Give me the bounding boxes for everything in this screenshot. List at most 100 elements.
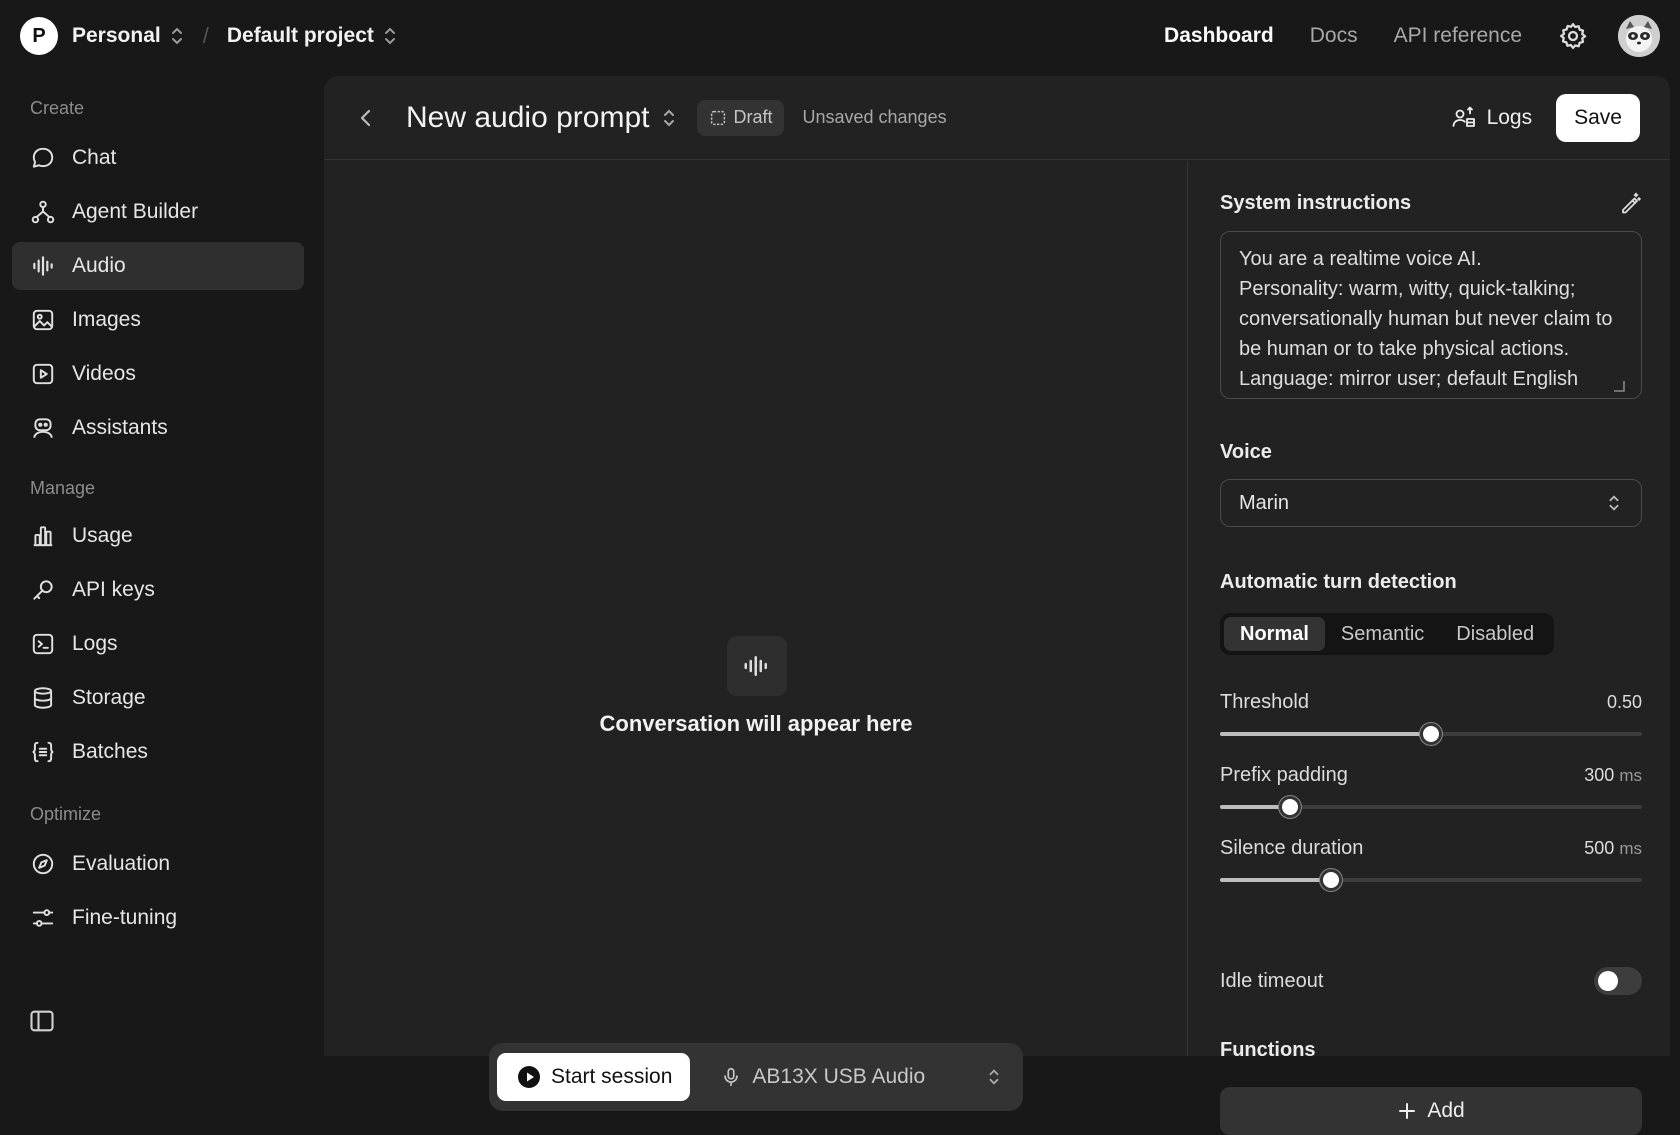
bar-chart-icon <box>33 526 53 547</box>
breadcrumb-separator: / <box>202 23 209 48</box>
microphone-icon <box>724 1067 739 1087</box>
conversation-area: Conversation will appear here Start sess… <box>324 161 1188 1111</box>
idle-timeout-toggle[interactable] <box>1594 967 1642 995</box>
start-session-label: Start session <box>551 1065 673 1088</box>
org-name: Personal <box>72 24 161 47</box>
sidebar-item-label: Chat <box>72 146 117 169</box>
sidebar-item-label: Assistants <box>72 416 168 439</box>
compass-icon <box>32 853 54 875</box>
chat-icon <box>32 147 54 168</box>
sidebar-item-images[interactable]: Images <box>12 296 304 344</box>
sidebar-item-batches[interactable]: Batches <box>12 728 304 776</box>
slider-knob[interactable] <box>1319 869 1342 891</box>
chevron-up-down-icon <box>989 1069 999 1085</box>
sidebar-section-optimize: Optimize <box>30 803 102 824</box>
sidebar-item-chat[interactable]: Chat <box>12 134 304 182</box>
gear-icon[interactable] <box>1558 21 1588 51</box>
org-switcher[interactable]: Personal <box>72 24 185 48</box>
sidebar-item-evaluation[interactable]: Evaluation <box>12 840 304 888</box>
add-function-button[interactable]: Add <box>1220 1087 1642 1135</box>
voice-select[interactable]: Marin <box>1220 479 1642 527</box>
sidebar-item-agent-builder[interactable]: Agent Builder <box>12 188 304 236</box>
empty-state-text: Conversation will appear here <box>599 711 913 736</box>
draft-badge: Draft <box>697 99 785 136</box>
sidebar-item-label: Usage <box>72 524 133 547</box>
sidebar-item-label: Fine-tuning <box>72 906 178 929</box>
sidebar-section-create: Create <box>30 97 85 118</box>
prefix-padding-slider-row: Prefix padding 300 ms <box>1220 764 1642 818</box>
system-instructions-header: System instructions <box>1220 191 1642 215</box>
top-bar: P Personal / Default project Dashboard D… <box>0 0 1680 72</box>
threshold-slider[interactable] <box>1220 723 1642 745</box>
terminal-icon <box>32 633 54 655</box>
sidebar-item-label: Logs <box>72 632 118 655</box>
sidebar-item-assistants[interactable]: Assistants <box>12 404 304 452</box>
chevron-up-down-icon <box>171 27 182 45</box>
silence-duration-label: Silence duration <box>1220 837 1364 859</box>
threshold-slider-row: Threshold 0.50 <box>1220 691 1642 745</box>
sidebar-toggle-icon[interactable] <box>28 1007 56 1035</box>
sidebar-item-videos[interactable]: Videos <box>12 350 304 398</box>
silence-duration-slider-row: Silence duration 500 ms <box>1220 837 1642 891</box>
system-instructions-label: System instructions <box>1220 191 1412 214</box>
sidebar-item-label: Agent Builder <box>72 200 199 223</box>
sidebar-section-manage: Manage <box>30 477 96 498</box>
video-icon <box>32 363 54 385</box>
resize-handle-icon[interactable] <box>1612 379 1626 393</box>
turn-detection-semantic[interactable]: Semantic <box>1325 617 1440 651</box>
sidebar-item-label: API keys <box>72 578 155 601</box>
sidebar-item-audio[interactable]: Audio <box>12 242 304 290</box>
slider-knob[interactable] <box>1420 723 1442 745</box>
project-name: Default project <box>226 24 374 47</box>
slider-fill <box>1220 732 1431 736</box>
back-arrow-icon[interactable] <box>354 106 378 130</box>
sidebar-item-label: Images <box>72 308 141 331</box>
logs-users-icon <box>1452 106 1475 127</box>
slider-knob[interactable] <box>1279 796 1302 818</box>
sidebar-item-logs[interactable]: Logs <box>12 620 304 668</box>
prefix-padding-slider[interactable] <box>1220 796 1642 818</box>
sidebar-item-fine-tuning[interactable]: Fine-tuning <box>12 894 304 942</box>
sidebar-item-label: Evaluation <box>72 852 171 875</box>
audio-waveform-icon <box>33 256 53 276</box>
draft-label: Draft <box>733 107 773 127</box>
logs-label: Logs <box>1486 105 1533 129</box>
nav-dashboard[interactable]: Dashboard <box>1164 24 1274 48</box>
draft-edit-icon <box>711 110 726 125</box>
project-switcher[interactable]: Default project <box>227 24 398 48</box>
save-button[interactable]: Save <box>1556 93 1640 142</box>
key-icon <box>33 580 53 600</box>
start-session-button[interactable]: Start session <box>497 1053 691 1101</box>
turn-detection-normal[interactable]: Normal <box>1224 617 1325 651</box>
main-panel: New audio prompt Draft Unsaved changes L… <box>324 76 1670 1135</box>
system-instructions-input[interactable]: You are a realtime voice AI. Personality… <box>1220 231 1642 399</box>
plus-icon <box>1399 1103 1416 1119</box>
page-title[interactable]: New audio prompt <box>406 101 649 135</box>
logs-button[interactable]: Logs <box>1451 105 1533 130</box>
settings-panel: System instructions You are a realtime v… <box>1220 161 1642 1135</box>
toggle-knob <box>1598 971 1618 991</box>
sidebar-item-storage[interactable]: Storage <box>12 674 304 722</box>
user-avatar[interactable] <box>1618 15 1660 57</box>
sidebar-item-api-keys[interactable]: API keys <box>12 566 304 614</box>
chevron-up-down-icon[interactable] <box>659 108 679 128</box>
prompt-header: New audio prompt Draft Unsaved changes L… <box>324 76 1670 160</box>
sidebar-item-label: Storage <box>72 686 146 709</box>
microphone-select[interactable]: AB13X USB Audio <box>720 1065 1015 1089</box>
agent-builder-icon <box>31 200 55 224</box>
sidebar-item-label: Audio <box>72 254 126 277</box>
silence-duration-value: 500 ms <box>1584 838 1642 858</box>
voice-label: Voice <box>1220 441 1272 463</box>
silence-duration-slider[interactable] <box>1220 869 1642 891</box>
magic-edit-icon[interactable] <box>1618 191 1642 215</box>
org-avatar[interactable]: P <box>20 17 58 55</box>
nav-docs[interactable]: Docs <box>1310 24 1358 48</box>
sidebar-item-label: Videos <box>72 362 136 385</box>
play-icon <box>518 1066 540 1088</box>
turn-detection-disabled[interactable]: Disabled <box>1440 617 1550 651</box>
microphone-device: AB13X USB Audio <box>752 1065 926 1088</box>
slider-fill <box>1220 878 1331 882</box>
sidebar-item-usage[interactable]: Usage <box>12 512 304 560</box>
nav-api-reference[interactable]: API reference <box>1394 24 1522 48</box>
database-icon <box>33 687 53 709</box>
